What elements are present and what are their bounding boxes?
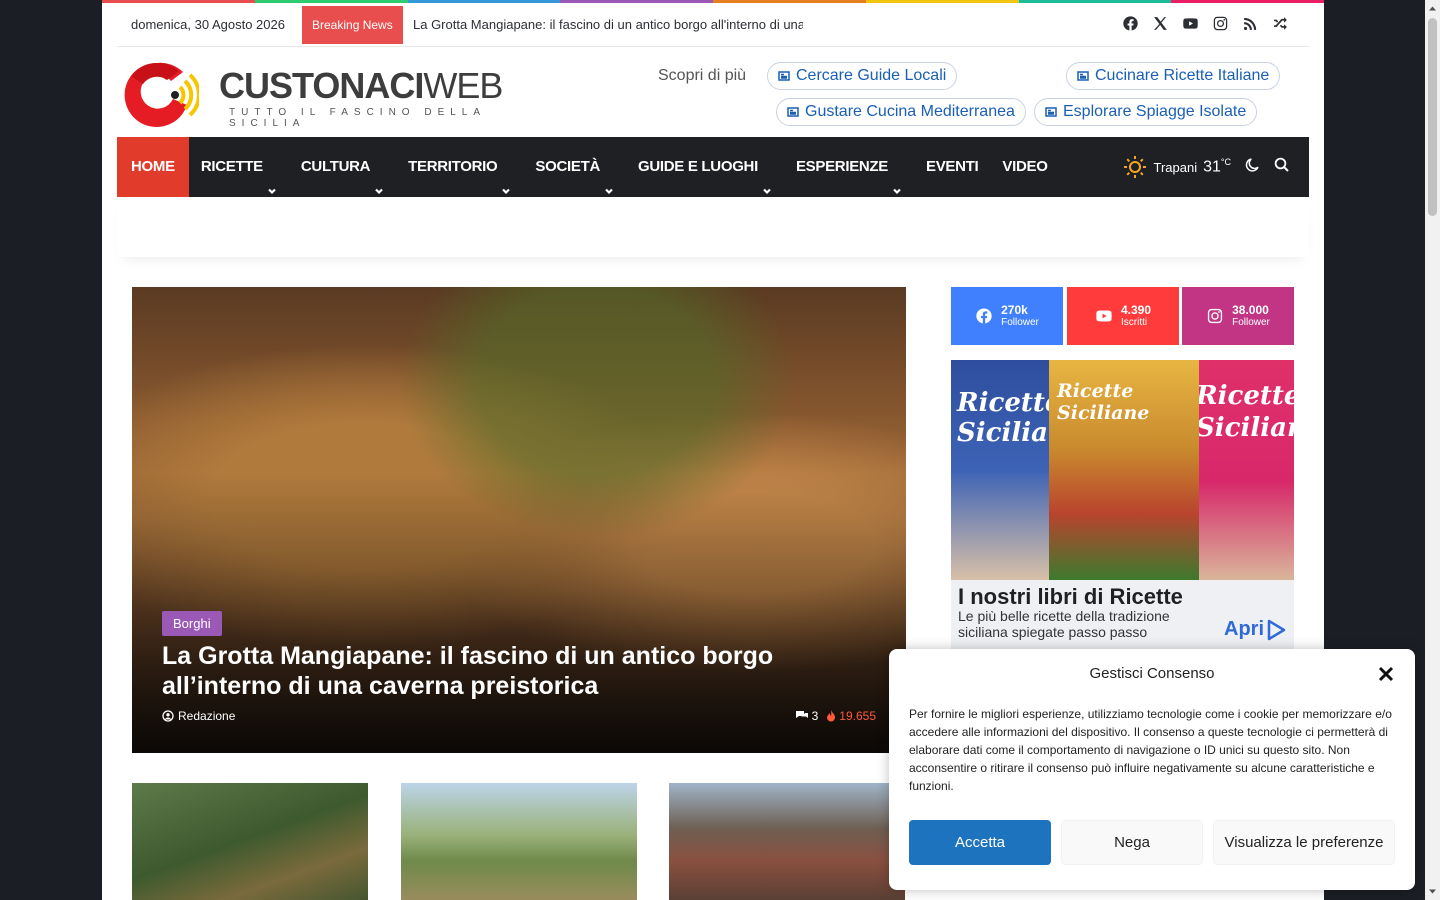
chevron-down-icon [267,162,277,195]
weather-temperature: 31°C [1203,157,1231,176]
nav-video[interactable]: VIDEO [990,137,1059,197]
nav-guide-e-luoghi[interactable]: GUIDE E LUOGHI [626,137,784,197]
weather-city: Trapani [1153,159,1198,175]
nav-territorio[interactable]: TERRITORIO [396,137,523,197]
breaking-news-ticker[interactable]: La Grotta Mangiapane: il fascino di un a… [413,17,803,32]
consent-title: Gestisci Consenso [1089,665,1215,682]
chevron-down-icon [374,162,384,195]
search-icon[interactable] [1273,156,1291,179]
chevron-down-icon [501,162,511,195]
breaking-news-label: Breaking News [302,6,403,44]
facebook-icon [976,308,992,324]
book-cover-right: Ricette Siciliane [1186,360,1294,580]
nav-ricette[interactable]: RICETTE [189,137,289,197]
article-thumbnail-crater[interactable] [669,783,905,900]
sun-icon [1124,156,1147,178]
sidebar-instagram-followers[interactable]: 38.000 Follower [1182,287,1294,345]
chevron-down-icon [604,162,614,195]
close-icon[interactable] [1377,665,1397,685]
instagram-icon [1207,308,1223,324]
scroll-thumb[interactable] [1428,18,1437,216]
main-navigation: HOME RICETTE CULTURA TERRITORIO SOCIETÀ … [117,137,1309,197]
article-thumbnail-nun-path[interactable] [401,783,637,900]
youtube-icon[interactable] [1181,14,1199,32]
logo-wordmark: CUSTONACIWEB [219,65,503,106]
discover-label: Scopri di più [658,67,747,84]
chevron-down-icon [892,162,902,195]
logo-tagline: TUTTO IL FASCINO DELLA SICILIA [229,107,486,129]
accept-button[interactable]: Accetta [909,820,1051,865]
nav-cultura[interactable]: CULTURA [289,137,396,197]
category-badge[interactable]: Borghi [162,611,222,636]
top-bar: domenica, 30 Agosto 2026 Breaking News L… [117,3,1309,47]
nav-societa[interactable]: SOCIETÀ [523,137,626,197]
hero-article[interactable]: Borghi La Grotta Mangiapane: il fascino … [132,287,906,753]
chip-gustare-cucina-mediterranea[interactable]: Gustare Cucina Mediterranea [776,98,1026,126]
book-cover-left: Ricette Siciliane [951,360,1083,580]
article-meta: 3 19.655 [795,709,876,723]
cookie-consent-dialog: Gestisci Consenso Per fornire le miglior… [889,649,1415,890]
newspaper-icon [1045,107,1057,117]
scroll-up-arrow-icon[interactable] [1428,4,1437,13]
instagram-icon[interactable] [1211,14,1229,32]
youtube-icon [1096,310,1112,322]
consent-text: Per fornire le migliori esperienze, util… [909,707,1392,793]
book-cover-middle: Ricette Siciliane [1049,360,1199,580]
article-thumbnail-herbs[interactable] [132,783,368,900]
comments-icon [795,711,808,718]
ad-subtext: Le più belle ricette della tradizione si… [958,608,1170,640]
view-count: 19.655 [826,709,876,723]
ad-heading: I nostri libri di Ricette [958,584,1183,609]
article-author[interactable]: Redazione [162,709,235,723]
current-date: domenica, 30 Agosto 2026 [131,17,285,32]
deny-button[interactable]: Nega [1061,820,1203,865]
view-preferences-button[interactable]: Visualizza le preferenze [1213,820,1395,865]
play-arrow-icon [1267,619,1286,640]
random-icon[interactable] [1271,14,1289,32]
chip-cucinare-ricette-italiane[interactable]: Cucinare Ricette Italiane [1066,62,1281,90]
ad-open-link[interactable]: Apri [1224,618,1286,641]
fire-icon [827,710,836,722]
sidebar-facebook-followers[interactable]: 270k Follower [951,287,1063,345]
dark-mode-moon-icon[interactable] [1243,156,1261,179]
hero-title[interactable]: La Grotta Mangiapane: il fascino di un a… [162,641,862,701]
rss-icon[interactable] [1241,14,1259,32]
page-scrollbar[interactable] [1425,0,1440,900]
x-icon[interactable] [1151,14,1169,32]
weather-widget: Trapani 31°C [1123,155,1231,179]
logo-mark-icon [124,62,199,127]
chip-esplorare-spiagge-isolate[interactable]: Esplorare Spiagge Isolate [1034,98,1258,126]
chevron-down-icon [762,162,772,195]
newspaper-icon [787,107,799,117]
comment-count[interactable]: 3 [795,709,818,723]
recipe-books-ad[interactable]: Ricette Siciliane Ricette Siciliane Rice… [951,360,1294,650]
facebook-icon[interactable] [1121,14,1139,32]
sidebar-youtube-subscribers[interactable]: 4.390 Iscritti [1067,287,1179,345]
chip-cercare-guide-locali[interactable]: Cercare Guide Locali [767,62,958,90]
nav-home[interactable]: HOME [117,137,189,197]
topbar-social-links [1121,14,1289,32]
ad-caption: I nostri libri di Ricette Le più belle r… [951,580,1294,650]
scroll-down-arrow-icon[interactable] [1428,887,1437,896]
newspaper-icon [1077,71,1089,81]
nav-esperienze[interactable]: ESPERIENZE [784,137,914,197]
nav-eventi[interactable]: EVENTI [914,137,990,197]
header-ad-space [117,197,1309,257]
user-icon [162,710,174,722]
site-logo[interactable]: CUSTONACIWEB TUTTO IL FASCINO DELLA SICI… [117,55,503,135]
newspaper-icon [778,71,790,81]
